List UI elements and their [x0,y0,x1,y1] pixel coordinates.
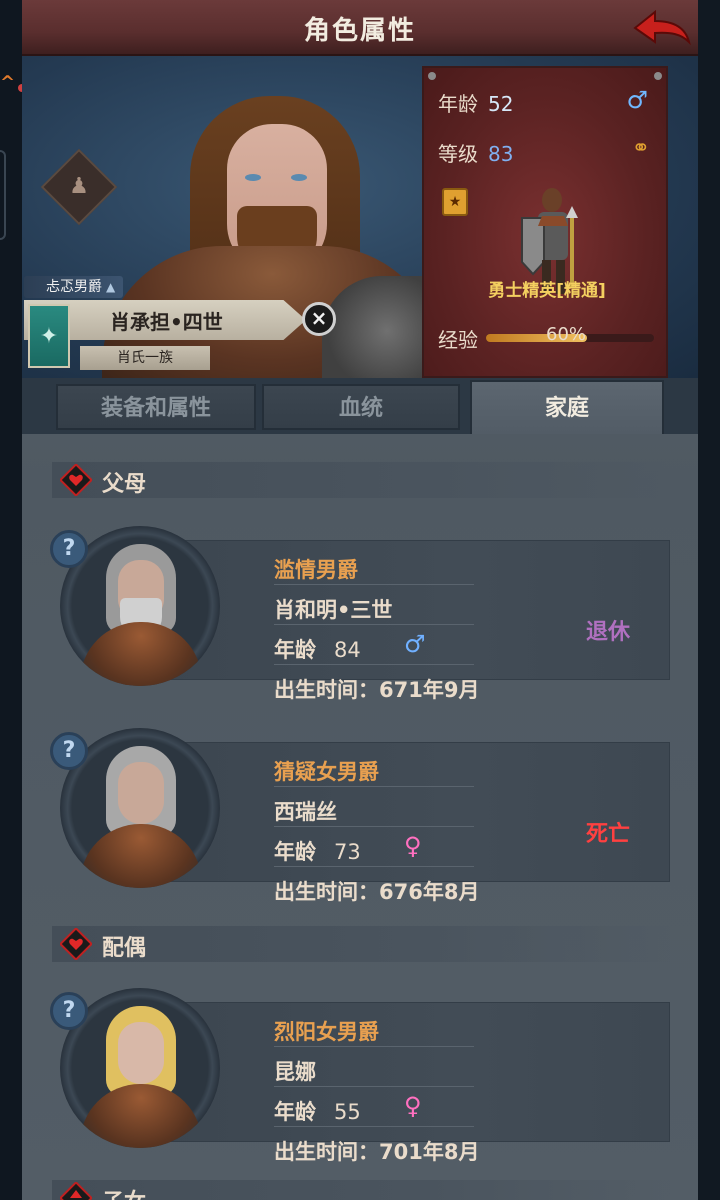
member-age: 年龄 55 [274,1100,361,1124]
tab-bar: 装备和属性 血统 家庭 [22,378,698,434]
tab-equipment[interactable]: 装备和属性 [56,384,256,430]
status-badge: 退休 [586,620,631,645]
age-value: 52 [488,92,514,116]
section-spouse: 配偶 [52,926,672,962]
right-edge [698,0,720,1200]
section-title-parents: 父母 [102,472,147,497]
noble-title: 忐忑男爵 [46,279,102,295]
card-background [150,540,670,680]
member-birth: 出生时间：676年8月 [274,880,480,904]
heart-icon [60,928,92,960]
left-edge: ^ [0,0,26,1200]
rank-badge-icon[interactable]: ★ [442,188,468,216]
stats-panel: 年龄 52 ♂ 等级 83 ⚭ ★ 勇士精英[精通] 经验 60% [422,66,668,378]
tab-family[interactable]: 家庭 [470,380,664,434]
member-title: 滥情男爵 [274,558,358,582]
side-drawer-handle[interactable] [0,150,6,240]
header-bar: 角色属性 [22,0,698,56]
member-name: 西瑞丝 [274,800,337,824]
role-class-icon[interactable]: ♟ [40,148,118,226]
family-card[interactable]: ? 烈阳女男爵 昆娜 年龄 55 ♀ 出生时间：701年8月 [50,988,670,1164]
page-title: 角色属性 [303,16,416,46]
card-background [150,742,670,882]
heart-icon [60,464,92,496]
female-icon: ♀ [404,832,422,860]
section-children: 子女 [52,1180,672,1200]
member-birth: 出生时间：671年9月 [274,678,480,702]
noble-title-tag: 忐忑男爵 ▲ [24,276,124,298]
exp-value: 60% [546,324,587,345]
age-row: 年龄 52 [438,88,513,117]
family-name: 肖氏一族 [80,346,210,370]
family-card[interactable]: ? 滥情男爵 肖和明•三世 年龄 84 ♂ 出生时间：671年9月 退休 [50,526,670,702]
card-background [150,1002,670,1142]
character-name: 肖承担•四世 [110,310,223,334]
member-title: 猜疑女男爵 [274,760,379,784]
member-age: 年龄 73 [274,840,361,864]
help-icon[interactable]: ? [50,732,88,770]
member-name: 昆娜 [274,1060,316,1084]
male-icon: ♂ [404,630,426,658]
back-arrow-icon [633,9,691,46]
level-row: 等级 83 [438,138,513,167]
exp-label: 经验 [438,328,478,352]
side-arrow-icon[interactable]: ^ [0,72,18,94]
level-label: 等级 [438,142,478,166]
help-icon[interactable]: ? [50,992,88,1030]
ring-icon[interactable]: ⚭ [632,136,650,161]
level-value: 83 [488,142,514,166]
section-parents: 父母 [52,462,672,498]
character-panel: 角色属性 ♟ 忐忑男爵 ▲ 肖承担•四世 ✦ 肖氏一族 × 年龄 52 ♂ 等级… [22,0,698,1200]
section-title-children: 子女 [102,1184,146,1200]
unit-class-name: 勇士精英[精通] [488,281,606,301]
member-name: 肖和明•三世 [274,598,393,622]
clan-banner-icon[interactable]: ✦ [28,304,70,368]
tab-bloodline[interactable]: 血统 [262,384,460,430]
status-badge: 死亡 [586,822,631,847]
member-birth: 出生时间：701年8月 [274,1140,480,1164]
crown-icon: ▲ [106,280,116,294]
member-title: 烈阳女男爵 [274,1020,379,1044]
age-label: 年龄 [438,92,478,116]
child-icon [60,1182,92,1200]
section-title-spouse: 配偶 [102,936,147,961]
close-icon[interactable]: × [302,302,336,336]
family-card[interactable]: ? 猜疑女男爵 西瑞丝 年龄 73 ♀ 出生时间：676年8月 死亡 [50,728,670,904]
help-icon[interactable]: ? [50,530,88,568]
female-icon: ♀ [404,1092,422,1120]
back-button[interactable] [632,4,692,52]
member-age: 年龄 84 [274,638,361,662]
male-icon: ♂ [626,86,648,114]
